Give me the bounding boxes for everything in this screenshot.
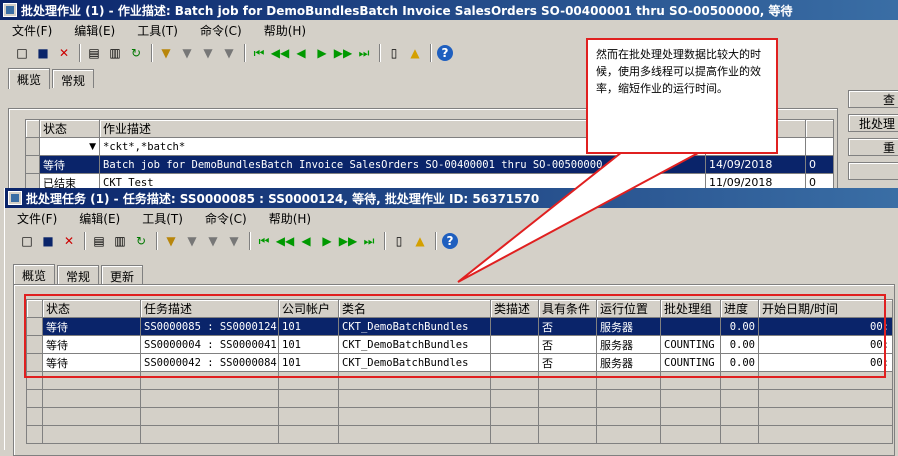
delete-icon[interactable]: ✕ [56,45,72,61]
toolbar-separator [244,44,246,62]
row-header [25,137,40,156]
first-record-icon[interactable]: ⏮ [256,233,272,249]
print-preview-icon[interactable]: ▥ [107,45,123,61]
alert-icon[interactable]: ▲ [407,45,423,61]
save-icon[interactable]: ■ [35,45,51,61]
menu-help[interactable]: 帮助(H) [269,210,311,227]
cell-date: 14/09/2018 [705,155,806,174]
toolbar-separator [79,44,81,62]
print-preview-icon[interactable]: ▥ [112,233,128,249]
tab-overview[interactable]: 概览 [13,264,56,285]
row-header [26,389,43,408]
row-header [25,155,40,174]
empty-row [26,389,893,408]
menu-tools[interactable]: 工具(T) [137,22,178,39]
filter-extra-cell[interactable] [805,137,834,156]
cell-extra: 0 [805,155,834,174]
previous-record-icon[interactable]: ◀ [293,45,309,61]
batch-task-tabs: 概览 常规 更新 [5,264,898,285]
batch-task-menubar: 文件(F) 编辑(E) 工具(T) 命令(C) 帮助(H) [5,208,898,228]
last-record-icon[interactable]: ⏭ [361,233,377,249]
side-button[interactable] [848,162,898,180]
advanced-filter-icon[interactable]: ▼ [200,45,216,61]
cell-status: 等待 [39,155,100,174]
toolbar-separator [84,232,86,250]
table-row[interactable]: 等待 Batch job for DemoBundlesBatch Invoic… [25,155,834,174]
retry-button[interactable]: 重 [848,138,898,156]
menu-edit[interactable]: 编辑(E) [74,22,115,39]
row-header [25,119,40,138]
filter-icon[interactable]: ▼ [158,45,174,61]
save-icon[interactable]: ■ [40,233,56,249]
filter-icon[interactable]: ▼ [163,233,179,249]
advanced-filter-icon[interactable]: ▼ [205,233,221,249]
row-header [26,425,43,444]
tab-overview[interactable]: 概览 [8,68,51,89]
previous-record-icon[interactable]: ◀ [298,233,314,249]
menu-file[interactable]: 文件(F) [17,210,57,227]
tab-general[interactable]: 常规 [57,265,100,284]
column-header-status[interactable]: 状态 [39,119,100,138]
menu-file[interactable]: 文件(F) [12,22,52,39]
menu-help[interactable]: 帮助(H) [264,22,306,39]
last-record-icon[interactable]: ⏭ [356,45,372,61]
toolbar-separator [384,232,386,250]
batch-job-titlebar[interactable]: 批处理作业 (1) - 作业描述: Batch job for DemoBund… [0,0,898,20]
window-icon [3,3,17,17]
highlight-box [24,294,886,378]
previous-page-icon[interactable]: ◀◀ [271,45,289,61]
toolbar-separator [249,232,251,250]
alert-icon[interactable]: ▲ [412,233,428,249]
batch-task-title: 批处理任务 (1) - 任务描述: SS0000085 : SS0000124,… [26,191,540,206]
print-icon[interactable]: ▤ [91,233,107,249]
print-icon[interactable]: ▤ [86,45,102,61]
next-record-icon[interactable]: ▶ [319,233,335,249]
column-header-extra[interactable] [805,119,834,138]
next-record-icon[interactable]: ▶ [314,45,330,61]
empty-row [26,407,893,426]
refresh-icon[interactable]: ↻ [128,45,144,61]
toolbar-separator [156,232,158,250]
cell-job-description: Batch job for DemoBundlesBatch Invoice S… [99,155,706,174]
next-page-icon[interactable]: ▶▶ [339,233,357,249]
batch-task-titlebar[interactable]: 批处理任务 (1) - 任务描述: SS0000085 : SS0000124,… [5,188,898,208]
filter-selection-icon[interactable]: ▼ [184,233,200,249]
inquiry-button[interactable]: 查 [848,90,898,108]
menu-command[interactable]: 命令(C) [205,210,247,227]
menu-edit[interactable]: 编辑(E) [79,210,120,227]
toolbar-separator [151,44,153,62]
menu-command[interactable]: 命令(C) [200,22,242,39]
row-header [26,407,43,426]
batch-job-title: 批处理作业 (1) - 作业描述: Batch job for DemoBund… [21,3,793,18]
toolbar-separator [435,232,437,250]
empty-row [26,425,893,444]
window-icon [8,191,22,205]
tab-general[interactable]: 常规 [52,69,95,88]
help-icon[interactable]: ? [437,45,453,61]
batch-processing-button[interactable]: 批处理 [848,114,898,132]
previous-page-icon[interactable]: ◀◀ [276,233,294,249]
help-icon[interactable]: ? [442,233,458,249]
next-page-icon[interactable]: ▶▶ [334,45,352,61]
new-icon[interactable]: □ [19,233,35,249]
batch-task-toolbar: □ ■ ✕ ▤ ▥ ↻ ▼ ▼ ▼ ▼ ⏮ ◀◀ ◀ ▶ ▶▶ ⏭ ▯ ▲ ? [5,228,898,254]
tab-update[interactable]: 更新 [101,265,144,284]
menu-tools[interactable]: 工具(T) [142,210,183,227]
filter-selection-icon[interactable]: ▼ [179,45,195,61]
delete-icon[interactable]: ✕ [61,233,77,249]
remove-filter-icon[interactable]: ▼ [221,45,237,61]
first-record-icon[interactable]: ⏮ [251,45,267,61]
refresh-icon[interactable]: ↻ [133,233,149,249]
annotation-callout: 然而在批处理处理数据比较大的时候，使用多线程可以提高作业的效率，缩短作业的运行时… [586,38,778,154]
remove-filter-icon[interactable]: ▼ [226,233,242,249]
batch-job-menubar: 文件(F) 编辑(E) 工具(T) 命令(C) 帮助(H) [0,20,898,40]
new-icon[interactable]: □ [14,45,30,61]
annotation-text: 然而在批处理处理数据比较大的时候，使用多线程可以提高作业的效率，缩短作业的运行时… [596,48,761,95]
attachment-icon[interactable]: ▯ [391,233,407,249]
toolbar-separator [379,44,381,62]
toolbar-separator [430,44,432,62]
filter-status-dropdown[interactable]: ▼ [39,137,100,156]
attachment-icon[interactable]: ▯ [386,45,402,61]
